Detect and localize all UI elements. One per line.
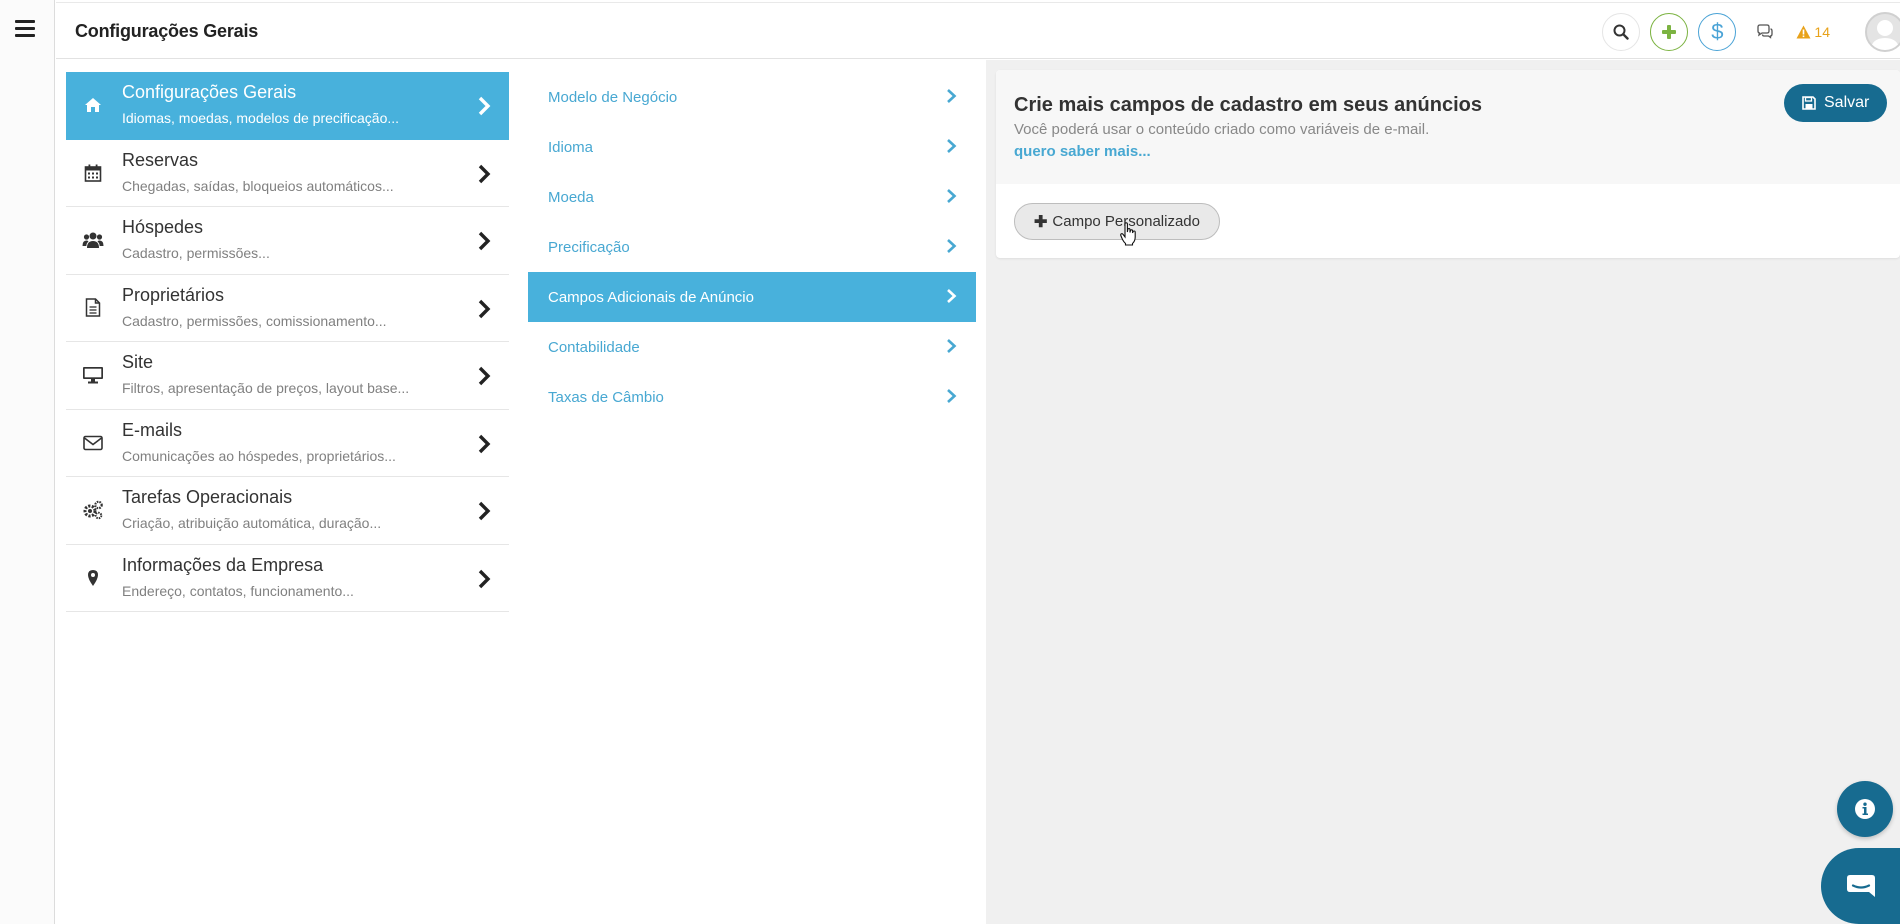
gears-icon	[82, 499, 104, 521]
chevron-right-icon	[947, 289, 957, 303]
chevron-right-icon	[478, 299, 491, 318]
subnav-language[interactable]: Idioma	[528, 122, 976, 172]
chat-bubbles-icon	[1757, 24, 1774, 39]
calendar-icon	[82, 162, 104, 184]
chevron-right-icon	[478, 569, 491, 588]
floppy-disk-icon	[1802, 96, 1816, 110]
messages-button[interactable]	[1746, 13, 1784, 51]
home-icon	[82, 94, 104, 116]
finance-button[interactable]: $	[1698, 13, 1737, 51]
page-title: Configurações Gerais	[75, 21, 259, 41]
chevron-right-icon	[947, 89, 957, 103]
avatar[interactable]	[1865, 12, 1900, 52]
panel-title: Crie mais campos de cadastro em seus anú…	[1014, 94, 1482, 116]
monitor-icon	[82, 364, 104, 386]
subnav-label: Moeda	[548, 189, 594, 206]
category-title: E-mails	[122, 419, 183, 440]
subnav-exchange-rates[interactable]: Taxas de Câmbio	[528, 372, 976, 422]
info-icon	[1855, 799, 1875, 819]
chat-icon	[1846, 875, 1875, 897]
chevron-right-icon	[478, 366, 491, 386]
add-custom-field-label: Campo Personalizado	[1052, 213, 1200, 230]
category-general-settings[interactable]: Configurações Gerais Idiomas, moedas, mo…	[66, 72, 509, 140]
category-subtitle: Filtros, apresentação de preços, layout …	[122, 380, 410, 396]
panel-header: Crie mais campos de cadastro em seus anú…	[996, 70, 1900, 184]
subnav-label: Modelo de Negócio	[548, 89, 678, 106]
chat-button[interactable]	[1821, 848, 1900, 924]
top-actions: $ 14	[1602, 12, 1900, 52]
left-rail	[0, 0, 55, 924]
document-icon	[82, 297, 104, 319]
chevron-right-icon	[947, 389, 957, 403]
chevron-right-icon	[947, 339, 957, 353]
panel-description: Você poderá usar o conteúdo criado como …	[1014, 121, 1430, 138]
category-title: Site	[122, 352, 154, 372]
chevron-right-icon	[478, 96, 491, 116]
subnav-label: Idioma	[548, 139, 594, 156]
category-subtitle: Comunicações ao hóspedes, proprietários.…	[122, 447, 396, 464]
category-subtitle: Endereço, contatos, funcionamento...	[122, 582, 354, 599]
plus-icon	[1662, 25, 1677, 39]
category-subtitle: Chegadas, saídas, bloqueios automáticos.…	[122, 177, 394, 194]
category-company-info[interactable]: Informações da Empresa Endereço, contato…	[66, 545, 509, 612]
save-label: Salvar	[1824, 94, 1870, 111]
category-title: Tarefas Operacionais	[122, 487, 293, 507]
settings-categories: Configurações Gerais Idiomas, moedas, mo…	[66, 72, 509, 612]
plus-icon: ✚	[1034, 213, 1048, 231]
chevron-right-icon	[478, 501, 491, 521]
category-operational-tasks[interactable]: Tarefas Operacionais Criação, atribuição…	[66, 477, 509, 545]
map-pin-icon	[82, 567, 104, 589]
subnav-accounting[interactable]: Contabilidade	[528, 322, 976, 372]
warning-icon	[1796, 25, 1811, 39]
subnav-pricing[interactable]: Precificação	[528, 222, 976, 272]
chevron-right-icon	[947, 239, 957, 253]
subnav-label: Campos Adicionais de Anúncio	[548, 289, 754, 306]
settings-subnav: Modelo de Negócio Idioma Moeda Precifica…	[528, 72, 976, 422]
category-title: Hóspedes	[122, 217, 204, 237]
category-title: Reservas	[122, 149, 199, 170]
info-button[interactable]	[1837, 781, 1893, 837]
category-subtitle: Cadastro, permissões...	[122, 245, 270, 261]
user-avatar-icon	[1870, 20, 1900, 50]
menu-icon[interactable]	[15, 20, 35, 38]
top-bar: Configurações Gerais $ 14	[56, 2, 1900, 59]
category-site[interactable]: Site Filtros, apresentação de preços, la…	[66, 342, 509, 410]
save-button[interactable]: Salvar	[1784, 84, 1888, 122]
category-title: Proprietários	[122, 284, 225, 305]
category-subtitle: Idiomas, moedas, modelos de precificação…	[122, 110, 400, 126]
chevron-right-icon	[947, 139, 957, 153]
category-owners[interactable]: Proprietários Cadastro, permissões, comi…	[66, 275, 509, 342]
chevron-right-icon	[947, 189, 957, 203]
content-area: Crie mais campos de cadastro em seus anú…	[986, 60, 1900, 924]
alerts-button[interactable]: 14	[1796, 24, 1830, 40]
category-reservations[interactable]: Reservas Chegadas, saídas, bloqueios aut…	[66, 140, 509, 207]
subnav-label: Contabilidade	[548, 339, 640, 356]
subnav-currency[interactable]: Moeda	[528, 172, 976, 222]
subnav-business-model[interactable]: Modelo de Negócio	[528, 72, 976, 122]
chevron-right-icon	[478, 231, 491, 251]
category-title: Informações da Empresa	[122, 554, 324, 575]
category-subtitle: Cadastro, permissões, comissionamento...	[122, 312, 387, 329]
search-button[interactable]	[1602, 13, 1641, 51]
subnav-label: Taxas de Câmbio	[548, 389, 664, 406]
subnav-additional-listing-fields[interactable]: Campos Adicionais de Anúncio	[528, 272, 976, 322]
alert-count: 14	[1814, 24, 1830, 40]
users-icon	[82, 229, 104, 251]
search-icon	[1613, 24, 1630, 40]
dollar-icon: $	[1711, 19, 1724, 44]
app: Configurações Gerais $ 14 Configurações …	[0, 0, 1900, 924]
chevron-right-icon	[478, 434, 491, 453]
chevron-right-icon	[478, 164, 491, 183]
envelope-icon	[82, 432, 104, 454]
add-button[interactable]	[1650, 13, 1689, 51]
category-title: Configurações Gerais	[122, 82, 297, 102]
category-emails[interactable]: E-mails Comunicações ao hóspedes, propri…	[66, 410, 509, 477]
learn-more-link[interactable]: quero saber mais...	[1014, 143, 1151, 160]
subnav-label: Precificação	[548, 239, 630, 256]
category-subtitle: Criação, atribuição automática, duração.…	[122, 515, 382, 531]
category-guests[interactable]: Hóspedes Cadastro, permissões...	[66, 207, 509, 275]
custom-fields-panel: Crie mais campos de cadastro em seus anú…	[996, 70, 1900, 258]
add-custom-field-button[interactable]: ✚ Campo Personalizado	[1014, 203, 1220, 240]
